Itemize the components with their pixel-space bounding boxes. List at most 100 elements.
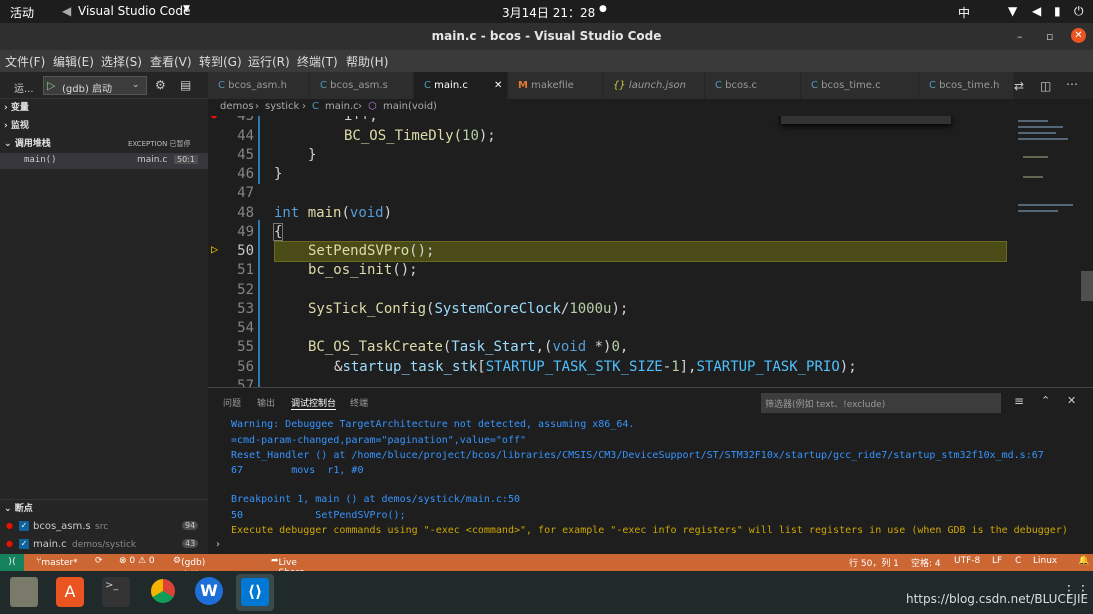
compare-icon[interactable]: ⇄ (1014, 79, 1024, 93)
console-filter-input[interactable]: 筛选器(例如 text、!exclude) (761, 393, 1001, 413)
terminal-icon[interactable]: >_ (102, 577, 130, 607)
step-into-icon[interactable]: ↓ (857, 116, 864, 118)
more-icon[interactable]: ⋯ (1066, 77, 1078, 91)
tab-output[interactable]: 输出 (257, 396, 275, 409)
vscode-dock-item[interactable]: ⟨⟩ (236, 574, 274, 611)
step-over-icon[interactable]: ↷ (831, 116, 838, 118)
drag-handle-icon[interactable]: ⁞ (787, 116, 793, 117)
start-debug-icon[interactable]: ▷ (47, 79, 55, 92)
clock[interactable]: 3月14日 21：28 (502, 4, 595, 21)
network-icon[interactable]: ▼ (1008, 4, 1017, 18)
crumb-function[interactable]: main(void) (383, 101, 437, 112)
watch-section[interactable]: › 监视 (0, 117, 208, 135)
breakpoint-dot-icon[interactable]: ● (211, 116, 217, 121)
language-mode[interactable]: C (1015, 556, 1021, 566)
breakpoint-item[interactable]: ● ✓ main.c demos/systick 43 (0, 536, 208, 554)
continue-icon[interactable]: ▷ (805, 116, 812, 118)
debug-toolbar: 运... ▷ (gdb) 启动 ⌄ ⚙ ▤ (0, 72, 208, 99)
checkbox-icon[interactable]: ✓ (19, 521, 29, 531)
checkbox-icon[interactable]: ✓ (19, 539, 29, 549)
minimap[interactable] (1013, 116, 1079, 387)
encoding[interactable]: UTF-8 (954, 556, 980, 566)
code-line: SetPendSVPro(); (308, 243, 435, 259)
app-menu[interactable]: Visual Studio Code (78, 4, 190, 18)
line-number: 46 (237, 166, 254, 182)
tab-bcos-asm-s[interactable]: C bcos_asm.s (310, 72, 414, 99)
tab-bcos-time-c[interactable]: C bcos_time.c (801, 72, 919, 99)
console-prompt-icon[interactable]: › (216, 539, 220, 550)
step-out-icon[interactable]: ↑ (883, 116, 890, 118)
debug-status[interactable]: ⚙ (gdb) 启动 (bcos) (173, 556, 209, 591)
variables-section[interactable]: › 变量 (0, 99, 208, 117)
tab-makefile[interactable]: M makefile (508, 72, 603, 99)
wps-icon[interactable]: W (195, 577, 223, 605)
tab-bcos-asm-h[interactable]: C bcos_asm.h (208, 72, 310, 99)
gear-icon[interactable]: ⚙ (155, 78, 166, 92)
breadcrumb: demos › systick › C main.c › ⬡ main(void… (208, 99, 1093, 116)
callstack-section[interactable]: ⌄ 调用堆栈 EXCEPTION 已暂停 (0, 135, 208, 153)
code-editor[interactable]: ▷ ● 43 44 45 46 47 48 49 50 51 52 53 54 … (208, 116, 1093, 387)
close-icon[interactable]: ✕ (494, 72, 502, 99)
os-config[interactable]: Linux (1033, 556, 1057, 566)
vscode-app-icon: ◀ (62, 4, 72, 18)
clear-console-icon[interactable]: ≡ (1014, 394, 1024, 408)
chevron-up-icon[interactable]: ⌃ (1041, 394, 1050, 407)
menu-file[interactable]: 文件(F) (5, 53, 45, 70)
c-file-icon: C (312, 101, 319, 112)
indentation[interactable]: 空格: 4 (911, 556, 941, 569)
close-icon[interactable]: ✕ (1067, 394, 1076, 407)
sync-icon[interactable]: ⟳ (95, 556, 103, 566)
tab-bcos-time-h[interactable]: C bcos_time.h (919, 72, 1014, 99)
battery-icon[interactable]: ▮ (1054, 4, 1061, 18)
menu-selection[interactable]: 选择(S) (101, 53, 142, 70)
menu-terminal[interactable]: 终端(T) (297, 53, 338, 70)
menu-view[interactable]: 查看(V) (150, 53, 192, 70)
tab-main-c[interactable]: C main.c ✕ (414, 72, 508, 99)
menu-help[interactable]: 帮助(H) (346, 53, 388, 70)
menu-run[interactable]: 运行(R) (248, 53, 290, 70)
chrome-icon[interactable] (149, 577, 177, 605)
cursor-position[interactable]: 行 50，列 1 (849, 556, 899, 569)
eol[interactable]: LF (992, 556, 1002, 566)
code-line: } (274, 166, 283, 182)
line-number: 53 (237, 301, 254, 317)
maximize-icon[interactable]: ▫ (1046, 30, 1053, 43)
crumb-demos[interactable]: demos (220, 101, 254, 112)
close-icon[interactable]: ✕ (1071, 28, 1086, 43)
volume-icon[interactable]: ◀ (1032, 4, 1041, 18)
notifications-icon[interactable]: 🔔 (1078, 556, 1089, 566)
restart-icon[interactable]: ↻ (907, 116, 914, 118)
live-share-status[interactable]: ➦ Live Share (271, 556, 305, 578)
problems-status[interactable]: ⊗ 0 ⚠ 0 (119, 556, 155, 566)
menu-go[interactable]: 转到(G) (199, 53, 242, 70)
breakpoints-section[interactable]: ⌄ 断点 (0, 499, 208, 517)
crumb-systick[interactable]: systick (265, 101, 299, 112)
tab-problems[interactable]: 问题 (223, 396, 241, 409)
minimize-icon[interactable]: – (1017, 30, 1023, 43)
scrollbar-thumb[interactable] (1081, 271, 1093, 301)
tab-bcos-c[interactable]: C bcos.c (705, 72, 801, 99)
split-editor-icon[interactable]: ◫ (1040, 79, 1051, 93)
line-number: 56 (237, 359, 254, 375)
console-line: 50 SetPendSVPro(); (231, 510, 406, 521)
breakpoint-item[interactable]: ● ✓ bcos_asm.s src 94 (0, 518, 208, 536)
tab-launch-json[interactable]: {} launch.json (603, 72, 705, 99)
menu-edit[interactable]: 编辑(E) (53, 53, 94, 70)
crumb-sep: › (255, 101, 259, 112)
tab-debug-console[interactable]: 调试控制台 (291, 396, 337, 410)
remote-icon[interactable]: ⟩⟨ (0, 554, 24, 571)
tab-terminal[interactable]: 终端 (350, 396, 368, 409)
debug-console-icon[interactable]: ▤ (180, 78, 191, 92)
files-icon[interactable] (10, 577, 38, 607)
launch-config-select[interactable]: ▷ (gdb) 启动 ⌄ (43, 76, 147, 95)
crumb-file[interactable]: main.c (325, 101, 359, 112)
software-icon[interactable]: A (56, 577, 84, 607)
minimap-line (1018, 204, 1073, 206)
power-icon[interactable]: ⏻ (1074, 4, 1084, 19)
branch-status[interactable]: ⑂ master* (36, 556, 78, 568)
input-method[interactable]: 中 (958, 4, 970, 21)
console-line: Reset_Handler () at /home/bluce/project/… (231, 450, 1044, 461)
callstack-frame[interactable]: main() main.c 50:1 (0, 153, 208, 169)
activities-button[interactable]: 活动 (10, 4, 34, 21)
line-number: 55 (237, 339, 254, 355)
